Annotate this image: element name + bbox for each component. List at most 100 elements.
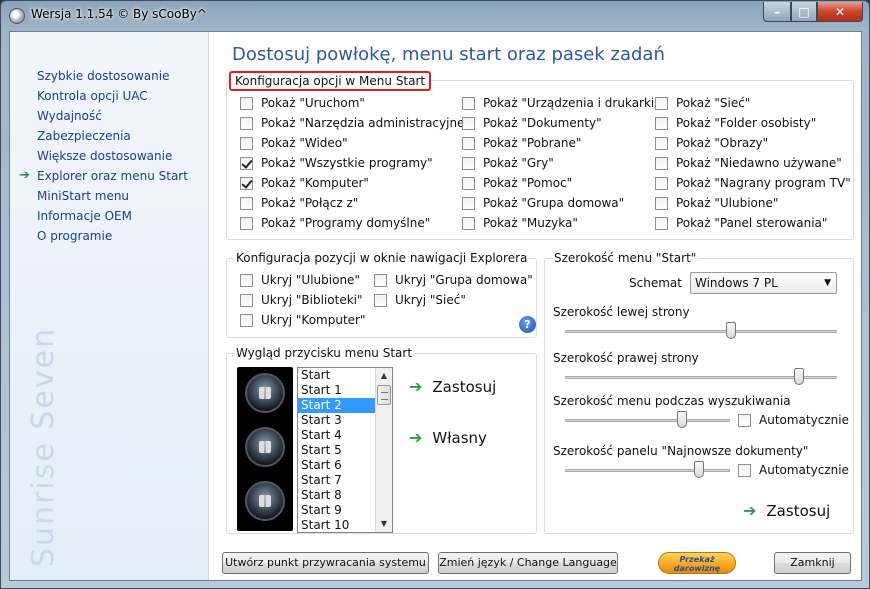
help-icon[interactable]: ?: [519, 316, 536, 333]
left-width-slider[interactable]: [565, 322, 837, 340]
checkbox-box[interactable]: [462, 116, 475, 130]
checkbox-box[interactable]: [240, 273, 253, 287]
start-menu-option-checkbox[interactable]: Pokaż "Grupa domowa": [462, 194, 624, 212]
scroll-up-icon[interactable]: ▲: [376, 368, 392, 384]
checkbox-box[interactable]: [655, 116, 668, 130]
checkbox-box[interactable]: [738, 463, 751, 477]
explorer-nav-checkbox[interactable]: Ukryj "Komputer": [240, 311, 366, 329]
checkbox-box[interactable]: [240, 176, 253, 190]
minimize-button[interactable]: –: [763, 2, 791, 22]
sidebar-item-explorer-start[interactable]: ➔ Explorer oraz menu Start: [10, 166, 188, 186]
scroll-down-icon[interactable]: ▼: [376, 516, 392, 532]
slider-thumb[interactable]: [793, 368, 804, 385]
sidebar-item-more-customize[interactable]: Większe dostosowanie: [10, 146, 188, 166]
checkbox-box[interactable]: [655, 96, 668, 110]
checkbox-box[interactable]: [462, 196, 475, 210]
checkbox-box[interactable]: [240, 156, 253, 170]
recent-auto-checkbox[interactable]: Automatycznie: [738, 461, 849, 479]
list-item[interactable]: Start 4: [298, 428, 376, 443]
checkbox-box[interactable]: [462, 176, 475, 190]
sidebar-item-quick-customize[interactable]: Szybkie dostosowanie: [10, 66, 188, 86]
checkbox-box[interactable]: [462, 96, 475, 110]
start-menu-option-checkbox[interactable]: Pokaż "Ulubione": [655, 194, 778, 212]
start-menu-option-checkbox[interactable]: Pokaż "Panel sterowania": [655, 214, 827, 232]
list-scrollbar[interactable]: ▲ ▼: [375, 368, 392, 532]
start-menu-option-checkbox[interactable]: Pokaż "Dokumenty": [462, 114, 602, 132]
start-menu-option-checkbox[interactable]: Pokaż "Sieć": [655, 94, 750, 112]
explorer-nav-checkbox[interactable]: Ukryj "Sieć": [374, 291, 466, 309]
start-menu-option-checkbox[interactable]: Pokaż "Muzyka": [462, 214, 578, 232]
start-menu-option-checkbox[interactable]: Pokaż "Komputer": [240, 174, 369, 192]
start-menu-option-checkbox[interactable]: Pokaż "Połącz z": [240, 194, 358, 212]
right-width-slider[interactable]: [565, 368, 837, 386]
scroll-thumb[interactable]: [377, 385, 391, 405]
title-bar[interactable]: Wersja 1.1.54 © By sCooBy^ – □ ✕: [1, 1, 869, 31]
checkbox-box[interactable]: [462, 136, 475, 150]
list-item[interactable]: Start 8: [298, 488, 376, 503]
donate-button[interactable]: Przekaż darowiznę: [658, 552, 736, 574]
checkbox-box[interactable]: [655, 136, 668, 150]
start-button-list[interactable]: Start Start 1 Start 2 Start 3 Start 4 Start 5…: [297, 367, 393, 533]
explorer-nav-checkbox[interactable]: Ukryj "Biblioteki": [240, 291, 363, 309]
apply-start-button[interactable]: ➔ Zastosuj: [409, 377, 496, 396]
list-item[interactable]: Start 1: [298, 383, 376, 398]
start-menu-option-checkbox[interactable]: Pokaż "Wszystkie programy": [240, 154, 433, 172]
start-menu-option-checkbox[interactable]: Pokaż "Nagrany program TV": [655, 174, 851, 192]
slider-thumb[interactable]: [693, 461, 704, 478]
start-menu-option-checkbox[interactable]: Pokaż "Wideo": [240, 134, 348, 152]
start-menu-option-checkbox[interactable]: Pokaż "Pobrane": [462, 134, 581, 152]
checkbox-box[interactable]: [374, 273, 387, 287]
list-item[interactable]: Start 6: [298, 458, 376, 473]
close-window-button[interactable]: ✕: [817, 2, 863, 22]
start-menu-option-checkbox[interactable]: Pokaż "Urządzenia i drukarki": [462, 94, 660, 112]
restore-point-button[interactable]: Utwórz punkt przywracania systemu: [222, 552, 429, 574]
checkbox-box[interactable]: [240, 96, 253, 110]
maximize-button[interactable]: □: [791, 2, 817, 22]
checkbox-box[interactable]: [655, 176, 668, 190]
checkbox-box[interactable]: [655, 156, 668, 170]
recent-width-slider[interactable]: [565, 461, 730, 479]
start-menu-option-checkbox[interactable]: Pokaż "Narzędzia administracyjne": [240, 114, 470, 132]
sidebar-item-ministart[interactable]: MiniStart menu: [10, 186, 188, 206]
sidebar-item-security[interactable]: Zabezpieczenia: [10, 126, 188, 146]
start-menu-option-checkbox[interactable]: Pokaż "Niedawno używane": [655, 154, 842, 172]
list-item[interactable]: Start 3: [298, 413, 376, 428]
start-menu-option-checkbox[interactable]: Pokaż "Programy domyślne": [240, 214, 430, 232]
checkbox-box[interactable]: [738, 413, 751, 427]
search-width-slider[interactable]: [565, 411, 730, 429]
checkbox-box[interactable]: [240, 196, 253, 210]
slider-thumb[interactable]: [725, 322, 736, 339]
list-item[interactable]: Start 7: [298, 473, 376, 488]
change-language-button[interactable]: Zmień język / Change Language: [438, 552, 618, 574]
list-item[interactable]: Start 5: [298, 443, 376, 458]
explorer-nav-checkbox[interactable]: Ukryj "Grupa domowa": [374, 271, 533, 289]
checkbox-box[interactable]: [374, 293, 387, 307]
checkbox-box[interactable]: [655, 196, 668, 210]
checkbox-box[interactable]: [240, 313, 253, 327]
sidebar-item-uac[interactable]: Kontrola opcji UAC: [10, 86, 188, 106]
start-menu-option-checkbox[interactable]: Pokaż "Gry": [462, 154, 554, 172]
list-item[interactable]: Start 2: [298, 398, 376, 413]
explorer-nav-checkbox[interactable]: Ukryj "Ulubione": [240, 271, 360, 289]
list-item[interactable]: Start 10: [298, 518, 376, 532]
checkbox-box[interactable]: [462, 216, 475, 230]
list-item[interactable]: Start: [298, 368, 376, 383]
checkbox-box[interactable]: [462, 156, 475, 170]
checkbox-box[interactable]: [240, 116, 253, 130]
slider-thumb[interactable]: [677, 411, 688, 428]
start-menu-option-checkbox[interactable]: Pokaż "Obrazy": [655, 134, 768, 152]
scheme-select[interactable]: Windows 7 PL ▼: [690, 272, 837, 294]
list-item[interactable]: Start 9: [298, 503, 376, 518]
apply-width-button[interactable]: ➔ Zastosuj: [743, 501, 830, 520]
sidebar-item-about[interactable]: O programie: [10, 226, 188, 246]
start-menu-option-checkbox[interactable]: Pokaż "Folder osobisty": [655, 114, 816, 132]
sidebar-item-performance[interactable]: Wydajność: [10, 106, 188, 126]
start-menu-option-checkbox[interactable]: Pokaż "Uruchom": [240, 94, 365, 112]
checkbox-box[interactable]: [240, 216, 253, 230]
checkbox-box[interactable]: [240, 136, 253, 150]
search-auto-checkbox[interactable]: Automatycznie: [738, 411, 849, 429]
custom-start-button[interactable]: ➔ Własny: [409, 428, 487, 447]
start-menu-option-checkbox[interactable]: Pokaż "Pomoc": [462, 174, 572, 192]
sidebar-item-oem[interactable]: Informacje OEM: [10, 206, 188, 226]
close-button[interactable]: Zamknij: [774, 552, 851, 574]
